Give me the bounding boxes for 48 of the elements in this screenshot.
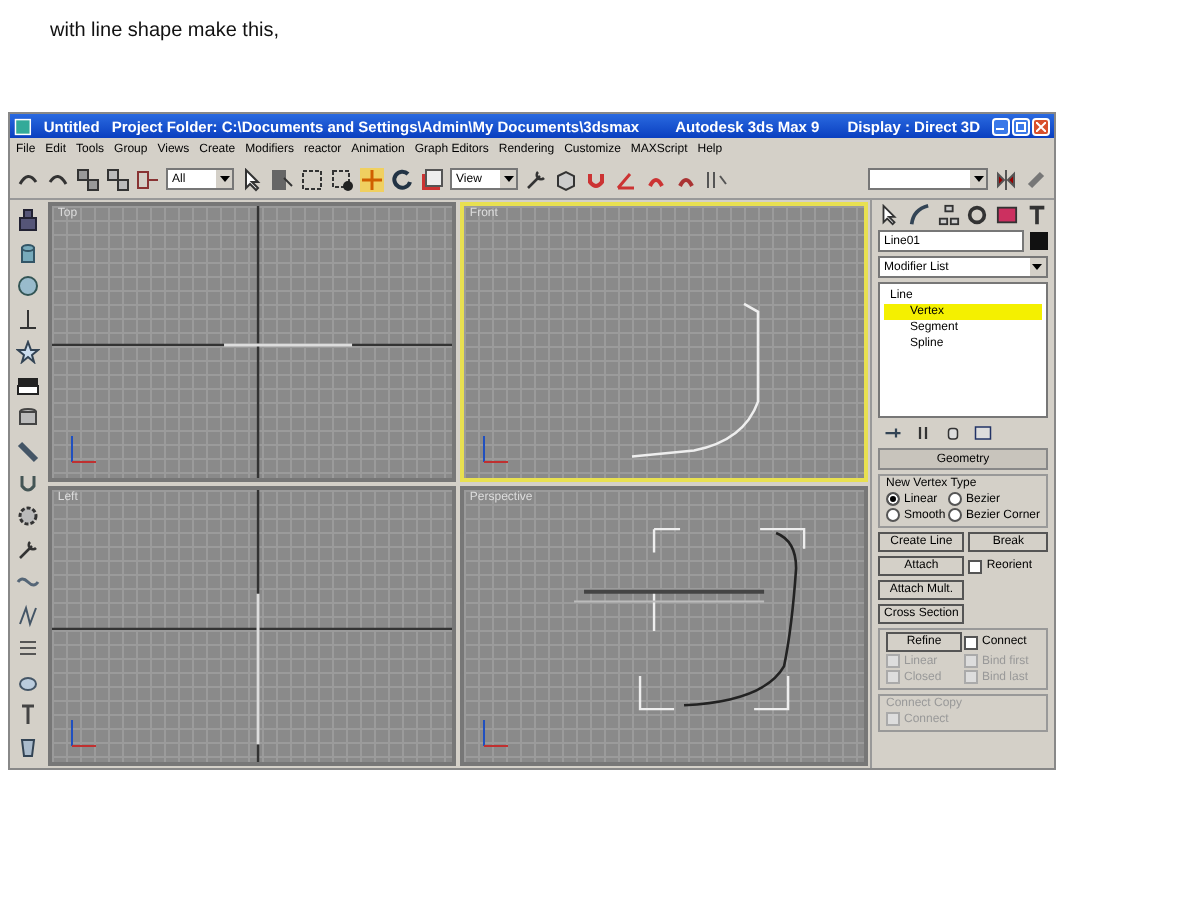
sphere-icon[interactable] <box>15 274 40 299</box>
grid-icon[interactable] <box>15 636 40 661</box>
caret-icon <box>1032 264 1043 270</box>
pin-icon[interactable] <box>883 424 902 442</box>
axis-tripod-icon <box>67 718 100 750</box>
layers-icon[interactable] <box>15 373 40 398</box>
axis-tripod-icon <box>479 718 512 750</box>
caret-icon <box>503 176 513 182</box>
magnet-icon[interactable] <box>15 471 40 496</box>
configure-icon[interactable] <box>973 424 992 442</box>
gear-icon[interactable] <box>15 504 40 529</box>
bent-tube-icon[interactable] <box>907 204 930 226</box>
mirror-icon[interactable] <box>994 167 1018 191</box>
star-icon[interactable] <box>15 340 40 365</box>
close-button[interactable] <box>1032 117 1050 135</box>
hierarchy-icon[interactable] <box>937 204 960 226</box>
link-icon[interactable] <box>76 167 100 191</box>
axis-tripod-icon <box>67 434 100 466</box>
target-icon[interactable] <box>966 204 989 226</box>
restore-button[interactable] <box>1012 117 1030 135</box>
object-color-swatch[interactable] <box>1030 232 1048 250</box>
axis-tripod-icon <box>479 434 512 466</box>
caret-icon <box>973 176 983 182</box>
pause-icon[interactable] <box>913 424 932 442</box>
unlink-icon[interactable] <box>106 167 130 191</box>
stack-icon[interactable] <box>15 406 40 431</box>
region-select-icon[interactable] <box>300 167 324 191</box>
caret-icon <box>219 176 229 182</box>
named-selection-dropdown[interactable] <box>868 168 988 190</box>
axis-icon[interactable] <box>15 307 40 332</box>
wrench-icon[interactable] <box>15 537 40 562</box>
angle-snap-icon[interactable] <box>614 167 638 191</box>
box-icon[interactable] <box>15 208 40 233</box>
cup-icon[interactable] <box>15 735 40 760</box>
scale-icon[interactable] <box>420 167 444 191</box>
spring-icon[interactable] <box>15 603 40 628</box>
cube-icon[interactable] <box>554 167 578 191</box>
caption-text: with line shape make this, <box>48 18 282 46</box>
cylinder-icon[interactable] <box>15 241 40 266</box>
wrench-icon[interactable] <box>524 167 548 191</box>
close-icon <box>1036 121 1046 131</box>
restore-icon <box>1016 121 1026 131</box>
window-crossing-icon[interactable] <box>330 167 354 191</box>
rotate-icon[interactable] <box>390 167 414 191</box>
cursor-icon[interactable] <box>240 167 264 191</box>
minimize-button[interactable] <box>992 117 1010 135</box>
cursor-icon[interactable] <box>877 204 900 226</box>
app-icon <box>14 117 32 135</box>
